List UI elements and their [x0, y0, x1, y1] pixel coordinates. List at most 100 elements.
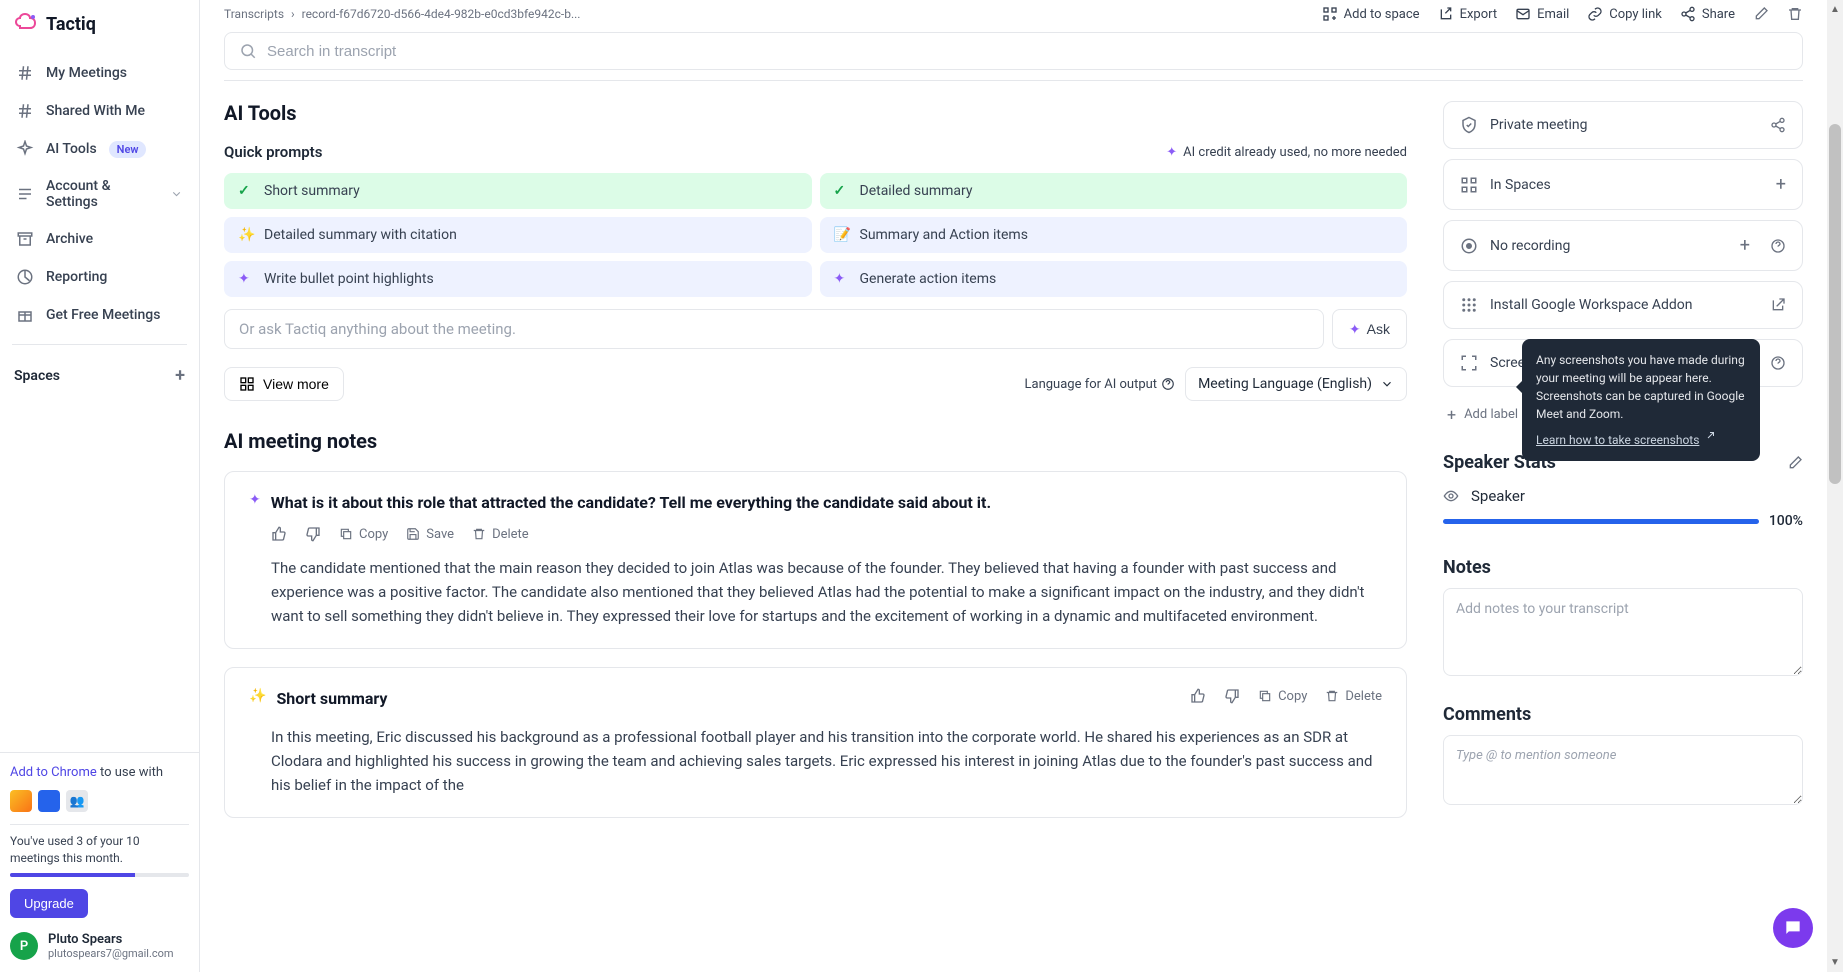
thumbs-down-icon[interactable] [305, 526, 321, 542]
plus-icon[interactable]: + [1740, 235, 1750, 256]
screenshots-tooltip: Any screenshots you have made during you… [1522, 339, 1760, 461]
lang-select[interactable]: Meeting Language (English) [1185, 367, 1407, 401]
private-meeting-card: Private meeting [1443, 101, 1803, 149]
nav-label: My Meetings [46, 65, 127, 81]
help-icon[interactable] [1770, 238, 1786, 254]
export-button[interactable]: Export [1438, 6, 1498, 22]
delete-button[interactable]: Delete [1325, 689, 1382, 704]
new-badge: New [109, 141, 147, 158]
grid-plus-icon [1322, 6, 1338, 22]
notes-textarea[interactable] [1443, 588, 1803, 676]
scrollbar[interactable]: ▲ ▼ [1827, 0, 1843, 972]
card-label: Install Google Workspace Addon [1490, 297, 1750, 313]
search-input[interactable] [267, 43, 1788, 60]
upgrade-button[interactable]: Upgrade [10, 889, 88, 918]
save-button[interactable]: Save [406, 527, 454, 542]
prompt-detailed-citation[interactable]: ✨Detailed summary with citation [224, 217, 812, 253]
nav-label: Reporting [46, 269, 107, 285]
nav-my-meetings[interactable]: My Meetings [8, 54, 191, 92]
breadcrumb-root[interactable]: Transcripts [224, 7, 284, 21]
note-title: What is it about this role that attracte… [271, 492, 1382, 514]
prompt-detailed-summary[interactable]: ✓Detailed summary [820, 173, 1408, 209]
speaker-percent: 100% [1769, 513, 1803, 529]
nav-ai-tools[interactable]: AI Tools New [8, 130, 191, 168]
plus-icon: + [1447, 405, 1456, 424]
grid-icon [1460, 176, 1478, 194]
copy-button[interactable]: Copy [1258, 689, 1307, 704]
ask-button[interactable]: ✦Ask [1332, 309, 1407, 349]
add-space-icon[interactable]: + [175, 365, 185, 386]
note-title: Short summary [276, 688, 1180, 710]
email-button[interactable]: Email [1515, 6, 1569, 22]
divider [12, 344, 187, 345]
integration-icons: 👥 [10, 790, 189, 824]
view-more-button[interactable]: View more [224, 367, 344, 401]
thumbs-down-icon[interactable] [1224, 688, 1240, 704]
link-icon [1587, 6, 1603, 22]
google-meet-icon[interactable] [10, 790, 32, 812]
chevron-down-icon [1380, 377, 1394, 391]
save-icon [406, 527, 420, 541]
nav-reporting[interactable]: Reporting [8, 258, 191, 296]
share-icon[interactable] [1770, 117, 1786, 133]
note-body: In this meeting, Eric discussed his back… [271, 725, 1382, 797]
plus-icon[interactable]: + [1776, 174, 1786, 195]
add-to-space-button[interactable]: Add to space [1322, 6, 1420, 22]
intercom-launcher[interactable] [1773, 908, 1813, 948]
main-content: Transcripts › record-f67d6720-d566-4de4-… [200, 0, 1827, 972]
user-profile[interactable]: P Pluto Spears plutospears7@gmail.com [10, 918, 189, 960]
copy-button[interactable]: Copy [339, 527, 388, 542]
external-link-icon[interactable] [1770, 297, 1786, 313]
speaker-name: Speaker [1471, 487, 1525, 505]
tooltip-link[interactable]: Learn how to take screenshots [1536, 431, 1715, 449]
ask-input[interactable]: Or ask Tactiq anything about the meeting… [224, 309, 1324, 349]
thumbs-up-icon[interactable] [271, 526, 287, 542]
delete-button[interactable]: Delete [472, 527, 529, 542]
spaces-label: Spaces [14, 368, 60, 384]
help-icon[interactable] [1161, 377, 1175, 391]
scroll-down-icon[interactable]: ▼ [1830, 953, 1840, 972]
copy-link-button[interactable]: Copy link [1587, 6, 1662, 22]
eye-icon[interactable] [1443, 488, 1459, 504]
chevron-down-icon [170, 187, 183, 201]
teams-icon[interactable]: 👥 [66, 790, 88, 812]
lang-label: Language for AI output [1025, 377, 1176, 392]
comments-textarea[interactable] [1443, 735, 1803, 805]
nav-label: Archive [46, 231, 93, 247]
nav-account-settings[interactable]: Account & Settings [8, 168, 191, 220]
nav-archive[interactable]: Archive [8, 220, 191, 258]
delete-icon[interactable] [1787, 6, 1803, 22]
export-icon [1438, 6, 1454, 22]
logo[interactable]: Tactiq [0, 0, 199, 54]
add-chrome-link[interactable]: Add to Chrome [10, 765, 97, 780]
brand-name: Tactiq [46, 14, 96, 35]
card-label: Private meeting [1490, 117, 1750, 133]
nav-shared[interactable]: Shared With Me [8, 92, 191, 130]
zoom-icon[interactable] [38, 790, 60, 812]
trash-icon [1325, 689, 1339, 703]
breadcrumb: Transcripts › record-f67d6720-d566-4de4-… [224, 7, 580, 21]
scroll-up-icon[interactable]: ▲ [1830, 0, 1840, 19]
sparkle-icon: ✦ [834, 271, 850, 287]
note-card: ✦ What is it about this role that attrac… [224, 471, 1407, 649]
scroll-thumb[interactable] [1829, 124, 1841, 484]
fullscreen-icon [1460, 354, 1478, 372]
thumbs-up-icon[interactable] [1190, 688, 1206, 704]
prompt-bullet-highlights[interactable]: ✦Write bullet point highlights [224, 261, 812, 297]
share-icon [1680, 6, 1696, 22]
install-addon-card[interactable]: Install Google Workspace Addon [1443, 281, 1803, 329]
edit-icon[interactable] [1753, 6, 1769, 22]
add-to-chrome: Add to Chrome to use with [10, 765, 189, 790]
help-icon[interactable] [1770, 355, 1786, 371]
share-button[interactable]: Share [1680, 6, 1735, 22]
nav-free-meetings[interactable]: Get Free Meetings [8, 296, 191, 334]
edit-icon[interactable] [1787, 455, 1803, 471]
card-label: In Spaces [1490, 177, 1756, 193]
record-icon [1460, 237, 1478, 255]
archive-icon [16, 230, 34, 248]
prompt-short-summary[interactable]: ✓Short summary [224, 173, 812, 209]
search-box[interactable] [224, 32, 1803, 70]
prompt-gen-actions[interactable]: ✦Generate action items [820, 261, 1408, 297]
sparkle-icon [16, 140, 34, 158]
prompt-summary-actions[interactable]: 📝Summary and Action items [820, 217, 1408, 253]
